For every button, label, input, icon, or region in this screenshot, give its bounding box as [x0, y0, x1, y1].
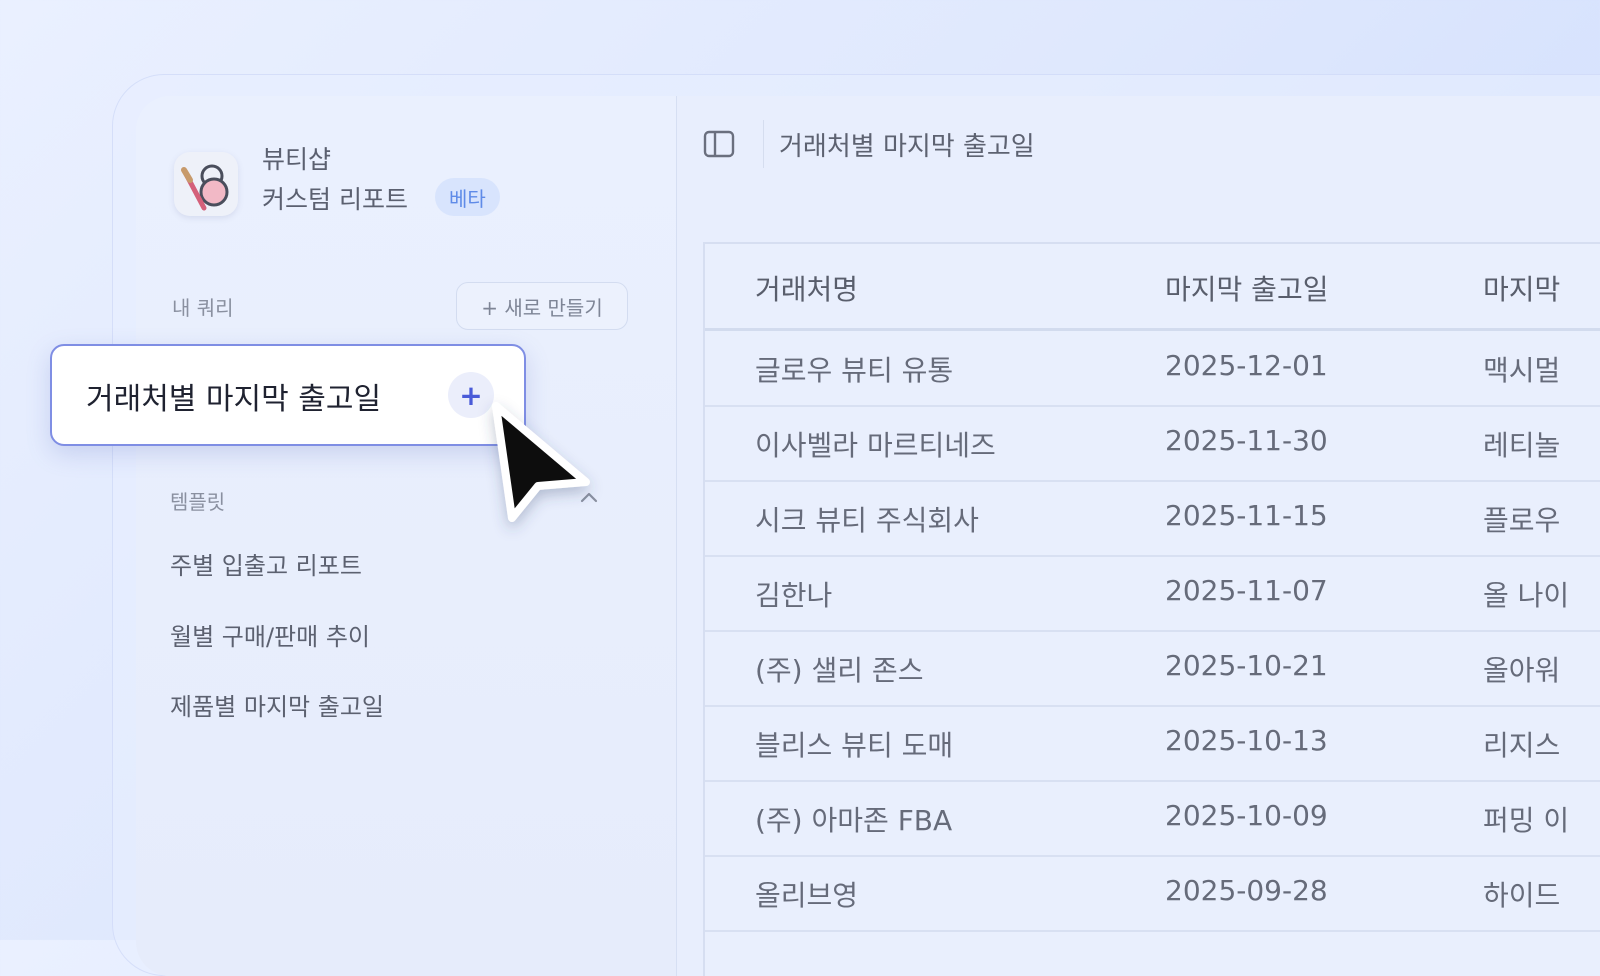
cell-vendor: 이사벨라 마르티네즈 [755, 429, 996, 462]
cell-last: 퍼밍 이 [1483, 804, 1570, 837]
mouse-pointer-icon [474, 386, 614, 546]
active-query-label: 거래처별 마지막 출고일 [86, 382, 382, 417]
cell-date: 2025-10-09 [1165, 799, 1328, 832]
cell-vendor: 시크 뷰티 주식회사 [755, 504, 979, 537]
column-header-last-ship-date[interactable]: 마지막 출고일 [1165, 268, 1328, 308]
app-window: 뷰티샵 커스텀 리포트 베타 내 쿼리 + 새로 만들기 템플릿 주별 입출고 … [136, 96, 1600, 976]
header-divider [763, 120, 764, 168]
cell-date: 2025-11-30 [1165, 424, 1328, 457]
table-row[interactable]: 글로우 뷰티 유통 2025-12-01 맥시멀 [705, 331, 1600, 407]
cell-date: 2025-09-28 [1165, 874, 1328, 907]
table-row[interactable]: (주) 샐리 존스 2025-10-21 올아워 [705, 631, 1600, 707]
cell-last: 올 나이 [1483, 579, 1570, 612]
table-header: 거래처명 마지막 출고일 마지막 [705, 244, 1600, 331]
sidebar-toggle-icon[interactable] [703, 128, 735, 160]
cell-vendor: (주) 샐리 존스 [755, 654, 924, 687]
cell-last: 맥시멀 [1483, 354, 1561, 387]
cell-date: 2025-10-21 [1165, 649, 1328, 682]
cell-last: 레티놀 [1483, 429, 1561, 462]
cell-date: 2025-12-01 [1165, 349, 1328, 382]
app-subtitle: 커스텀 리포트 [262, 185, 408, 214]
template-item-monthly-trend[interactable]: 월별 구매/판매 추이 [170, 617, 370, 652]
cell-vendor: (주) 아마존 FBA [755, 804, 953, 837]
table-row[interactable]: 이사벨라 마르티네즈 2025-11-30 레티놀 [705, 406, 1600, 482]
cell-vendor: 김한나 [755, 579, 833, 612]
cell-date: 2025-11-15 [1165, 499, 1328, 532]
cell-last: 올아워 [1483, 654, 1561, 687]
page-title: 거래처별 마지막 출고일 [779, 132, 1035, 162]
cell-date: 2025-10-13 [1165, 724, 1328, 757]
column-header-vendor[interactable]: 거래처명 [755, 268, 858, 308]
table-row[interactable]: 올리브영 2025-09-28 하이드 [705, 856, 1600, 932]
cell-date: 2025-11-07 [1165, 574, 1328, 607]
table-row[interactable]: 블리스 뷰티 도매 2025-10-13 리지스 [705, 706, 1600, 782]
new-query-button[interactable]: + 새로 만들기 [456, 282, 628, 330]
cell-vendor: 글로우 뷰티 유통 [755, 354, 954, 387]
template-item-weekly-io[interactable]: 주별 입출고 리포트 [170, 546, 362, 581]
results-table: 거래처명 마지막 출고일 마지막 글로우 뷰티 유통 2025-12-01 맥시… [703, 242, 1600, 976]
beta-badge: 베타 [435, 178, 500, 216]
cell-vendor: 올리브영 [755, 879, 859, 912]
column-header-last[interactable]: 마지막 [1483, 268, 1560, 308]
cell-vendor: 블리스 뷰티 도매 [755, 729, 954, 762]
main-panel: 거래처별 마지막 출고일 거래처명 마지막 출고일 마지막 글로우 뷰티 유통 … [677, 96, 1600, 976]
table-row[interactable]: 시크 뷰티 주식회사 2025-11-15 플로우 [705, 481, 1600, 557]
app-logo-icon [174, 152, 238, 216]
cell-last: 리지스 [1483, 729, 1561, 762]
my-queries-label: 내 쿼리 [172, 296, 234, 320]
template-item-product-last-ship[interactable]: 제품별 마지막 출고일 [170, 687, 384, 722]
cell-last: 하이드 [1483, 879, 1561, 912]
cell-last: 플로우 [1483, 504, 1561, 537]
active-query-card[interactable]: 거래처별 마지막 출고일 + [50, 344, 526, 446]
app-name: 뷰티샵 [262, 145, 332, 174]
table-row[interactable]: (주) 아마존 FBA 2025-10-09 퍼밍 이 [705, 781, 1600, 857]
table-row[interactable]: 김한나 2025-11-07 올 나이 [705, 556, 1600, 632]
templates-label: 템플릿 [170, 490, 226, 514]
